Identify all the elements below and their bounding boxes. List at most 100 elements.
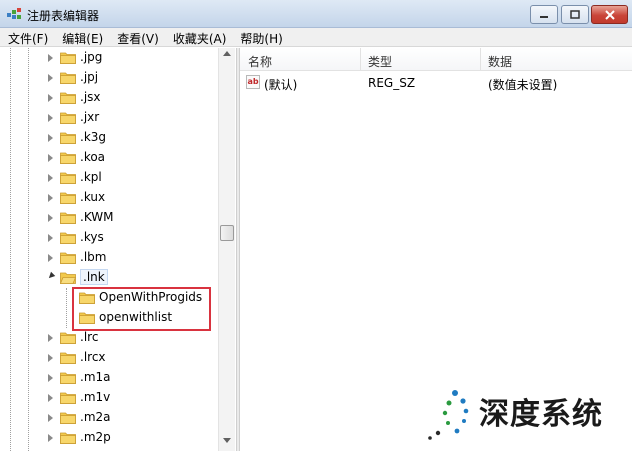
- expand-arrow-icon[interactable]: [48, 414, 53, 422]
- menu-file[interactable]: 文件(F): [0, 28, 54, 46]
- expand-arrow-icon[interactable]: [48, 134, 53, 142]
- menu-edit[interactable]: 编辑(E): [54, 28, 109, 46]
- tree-row[interactable]: .jpj: [0, 68, 218, 88]
- folder-icon: [60, 432, 76, 444]
- tree-node-label[interactable]: .m2a: [80, 410, 111, 424]
- collapse-arrow-icon[interactable]: [46, 271, 56, 281]
- tree-node-label[interactable]: .jxr: [80, 110, 99, 124]
- folder-icon: [60, 132, 76, 144]
- folder-icon: [60, 412, 76, 424]
- column-header-name[interactable]: 名称: [248, 53, 272, 70]
- expand-arrow-icon[interactable]: [48, 194, 53, 202]
- tree-row[interactable]: .m1a: [0, 368, 218, 388]
- folder-open-icon: [60, 272, 76, 284]
- folder-icon: [60, 192, 76, 204]
- regedit-app-icon: [7, 8, 21, 19]
- tree-row[interactable]: .m2a: [0, 408, 218, 428]
- expand-arrow-icon[interactable]: [48, 174, 53, 182]
- tree-row[interactable]: .m2p: [0, 428, 218, 448]
- close-button[interactable]: [591, 5, 628, 24]
- value-data: (数值未设置): [488, 78, 558, 92]
- tree-row[interactable]: .kux: [0, 188, 218, 208]
- menu-help[interactable]: 帮助(H): [232, 28, 288, 46]
- minimize-button[interactable]: [530, 5, 558, 24]
- expand-arrow-icon[interactable]: [48, 254, 53, 262]
- list-header: 名称 类型 数据: [240, 48, 632, 71]
- folder-icon: [60, 72, 76, 84]
- expand-arrow-icon[interactable]: [48, 334, 53, 342]
- tree-node-label[interactable]: .kpl: [80, 170, 102, 184]
- watermark-text: 深度系统: [479, 397, 603, 432]
- tree-row[interactable]: .m1v: [0, 388, 218, 408]
- expand-arrow-icon[interactable]: [48, 74, 53, 82]
- watermark-logo: 深度系统: [421, 381, 632, 451]
- tree-node-label[interactable]: .m2p: [80, 430, 111, 444]
- title-bar[interactable]: 注册表编辑器: [0, 0, 632, 28]
- expand-arrow-icon[interactable]: [48, 234, 53, 242]
- expand-arrow-icon[interactable]: [48, 214, 53, 222]
- folder-icon: [60, 112, 76, 124]
- menu-view[interactable]: 查看(V): [109, 28, 165, 46]
- tree-node-label[interactable]: .m1v: [80, 390, 110, 404]
- tree-node-label[interactable]: .jpg: [80, 50, 102, 64]
- highlight-box: [72, 287, 211, 331]
- close-icon: [604, 9, 615, 20]
- scroll-down-arrow-icon[interactable]: [223, 438, 231, 443]
- expand-arrow-icon[interactable]: [48, 54, 53, 62]
- registry-key-tree[interactable]: .jpg .jpj .jsx .jxr .k3g .koa .kpl .kux .KWM .kys…: [0, 48, 236, 451]
- scroll-up-arrow-icon[interactable]: [223, 51, 231, 56]
- column-header-data[interactable]: 数据: [488, 53, 512, 70]
- maximize-icon: [570, 10, 580, 19]
- column-separator[interactable]: [480, 48, 481, 71]
- folder-icon: [60, 172, 76, 184]
- tree-node-label[interactable]: .kux: [80, 190, 105, 204]
- folder-icon: [60, 392, 76, 404]
- column-separator[interactable]: [360, 48, 361, 71]
- expand-arrow-icon[interactable]: [48, 354, 53, 362]
- tree-node-label[interactable]: .KWM: [80, 210, 113, 224]
- tree-row[interactable]: .KWM: [0, 208, 218, 228]
- tree-node-label[interactable]: .lrcx: [80, 350, 106, 364]
- tree-row[interactable]: .lnk: [0, 268, 218, 288]
- folder-icon: [60, 152, 76, 164]
- tree-node-label[interactable]: .lnk: [80, 269, 108, 285]
- scroll-thumb[interactable]: [220, 225, 234, 241]
- folder-icon: [60, 92, 76, 104]
- folder-icon: [60, 352, 76, 364]
- expand-arrow-icon[interactable]: [48, 434, 53, 442]
- expand-arrow-icon[interactable]: [48, 394, 53, 402]
- tree-node-label[interactable]: .jpj: [80, 70, 98, 84]
- tree-node-label[interactable]: .koa: [80, 150, 105, 164]
- tree-node-label[interactable]: .lbm: [80, 250, 106, 264]
- menu-favorites[interactable]: 收藏夹(A): [165, 28, 233, 46]
- expand-arrow-icon[interactable]: [48, 154, 53, 162]
- tree-node-label[interactable]: .kys: [80, 230, 104, 244]
- tree-node-label[interactable]: .k3g: [80, 130, 106, 144]
- tree-row[interactable]: .kpl: [0, 168, 218, 188]
- expand-arrow-icon[interactable]: [48, 94, 53, 102]
- tree-row[interactable]: .jpg: [0, 48, 218, 68]
- value-row[interactable]: ab (默认) REG_SZ (数值未设置): [240, 73, 632, 93]
- folder-icon: [60, 52, 76, 64]
- tree-row[interactable]: .kys: [0, 228, 218, 248]
- expand-arrow-icon[interactable]: [48, 114, 53, 122]
- tree-row[interactable]: .lrcx: [0, 348, 218, 368]
- tree-row[interactable]: .lbm: [0, 248, 218, 268]
- expand-arrow-icon[interactable]: [48, 374, 53, 382]
- tree-scrollbar[interactable]: [218, 48, 235, 451]
- tree-row[interactable]: .koa: [0, 148, 218, 168]
- value-type: REG_SZ: [368, 76, 416, 90]
- tree-row[interactable]: .jxr: [0, 108, 218, 128]
- column-header-type[interactable]: 类型: [368, 53, 392, 70]
- tree-node-label[interactable]: .jsx: [80, 90, 101, 104]
- tree-row[interactable]: .k3g: [0, 128, 218, 148]
- tree-node-label[interactable]: .m1a: [80, 370, 111, 384]
- tree-row[interactable]: .jsx: [0, 88, 218, 108]
- folder-icon: [60, 252, 76, 264]
- tree-row[interactable]: .lrc: [0, 328, 218, 348]
- tree-node-label[interactable]: .lrc: [80, 330, 98, 344]
- maximize-button[interactable]: [561, 5, 589, 24]
- folder-icon: [60, 212, 76, 224]
- string-value-icon: ab: [246, 75, 260, 89]
- folder-icon: [60, 232, 76, 244]
